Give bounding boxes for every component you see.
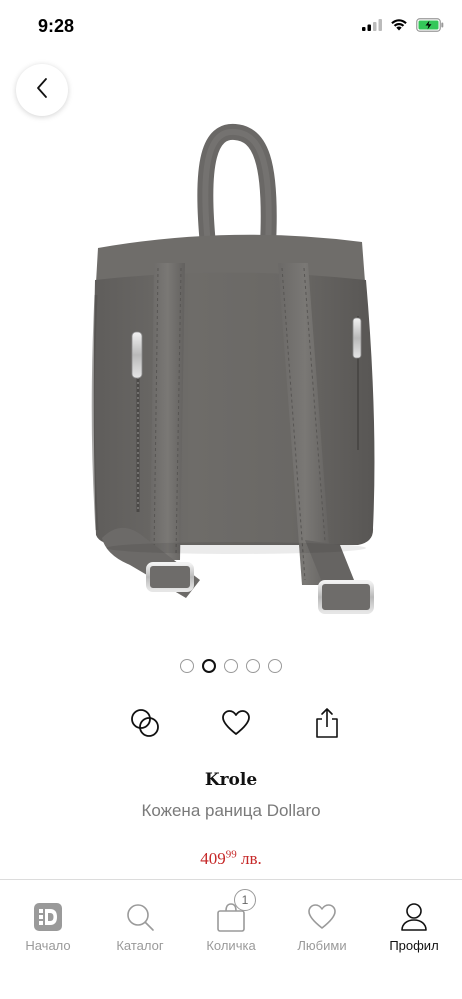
battery-charging-icon [416, 17, 444, 37]
search-icon [123, 900, 157, 934]
home-logo-icon [31, 900, 65, 934]
carousel-dot[interactable] [246, 659, 260, 673]
tab-cart-label: Количка [206, 938, 256, 953]
share-button[interactable] [307, 705, 347, 745]
carousel-dot-active[interactable] [202, 659, 216, 673]
favorite-button[interactable] [216, 705, 256, 745]
price-currency: лв. [236, 849, 262, 868]
profile-icon [397, 900, 431, 934]
bottom-tab-bar: Начало Каталог 1 Количка Любими Профил [0, 879, 462, 999]
tab-catalog[interactable]: Каталог [94, 880, 186, 960]
bag-icon: 1 [214, 889, 256, 934]
tab-profile-label: Профил [389, 938, 439, 953]
tab-cart[interactable]: 1 Количка [185, 880, 277, 960]
product-actions [0, 705, 462, 745]
chevron-left-icon [35, 77, 49, 104]
compare-button[interactable] [125, 705, 165, 745]
heart-icon [221, 709, 251, 742]
share-icon [314, 707, 340, 744]
status-icons [362, 17, 444, 37]
heart-icon [305, 900, 339, 934]
signal-icon [362, 18, 382, 36]
status-time: 9:28 [38, 16, 75, 36]
product-brand[interactable]: Krole [0, 770, 462, 790]
tab-favorites[interactable]: Любими [276, 880, 368, 960]
tab-home-label: Начало [25, 938, 71, 953]
image-carousel-dots [0, 659, 462, 673]
compare-circles-icon [129, 707, 161, 744]
back-button[interactable] [16, 64, 68, 116]
cart-count-badge: 1 [234, 889, 256, 911]
tab-home[interactable]: Начало [2, 880, 94, 960]
status-bar: 9:28 [0, 0, 462, 50]
product-name: Кожена раница Dollaro [141, 801, 321, 820]
tab-catalog-label: Каталог [116, 938, 164, 953]
tab-profile[interactable]: Профил [368, 880, 460, 960]
carousel-dot[interactable] [180, 659, 194, 673]
tab-favorites-label: Любими [297, 938, 347, 953]
product-image[interactable] [40, 120, 422, 650]
wifi-icon [390, 18, 408, 36]
price-cents: 99 [225, 848, 237, 861]
carousel-dot[interactable] [268, 659, 282, 673]
price-main: 409 [200, 849, 226, 868]
carousel-dot[interactable] [224, 659, 238, 673]
product-price: 40999 лв. [0, 849, 462, 869]
